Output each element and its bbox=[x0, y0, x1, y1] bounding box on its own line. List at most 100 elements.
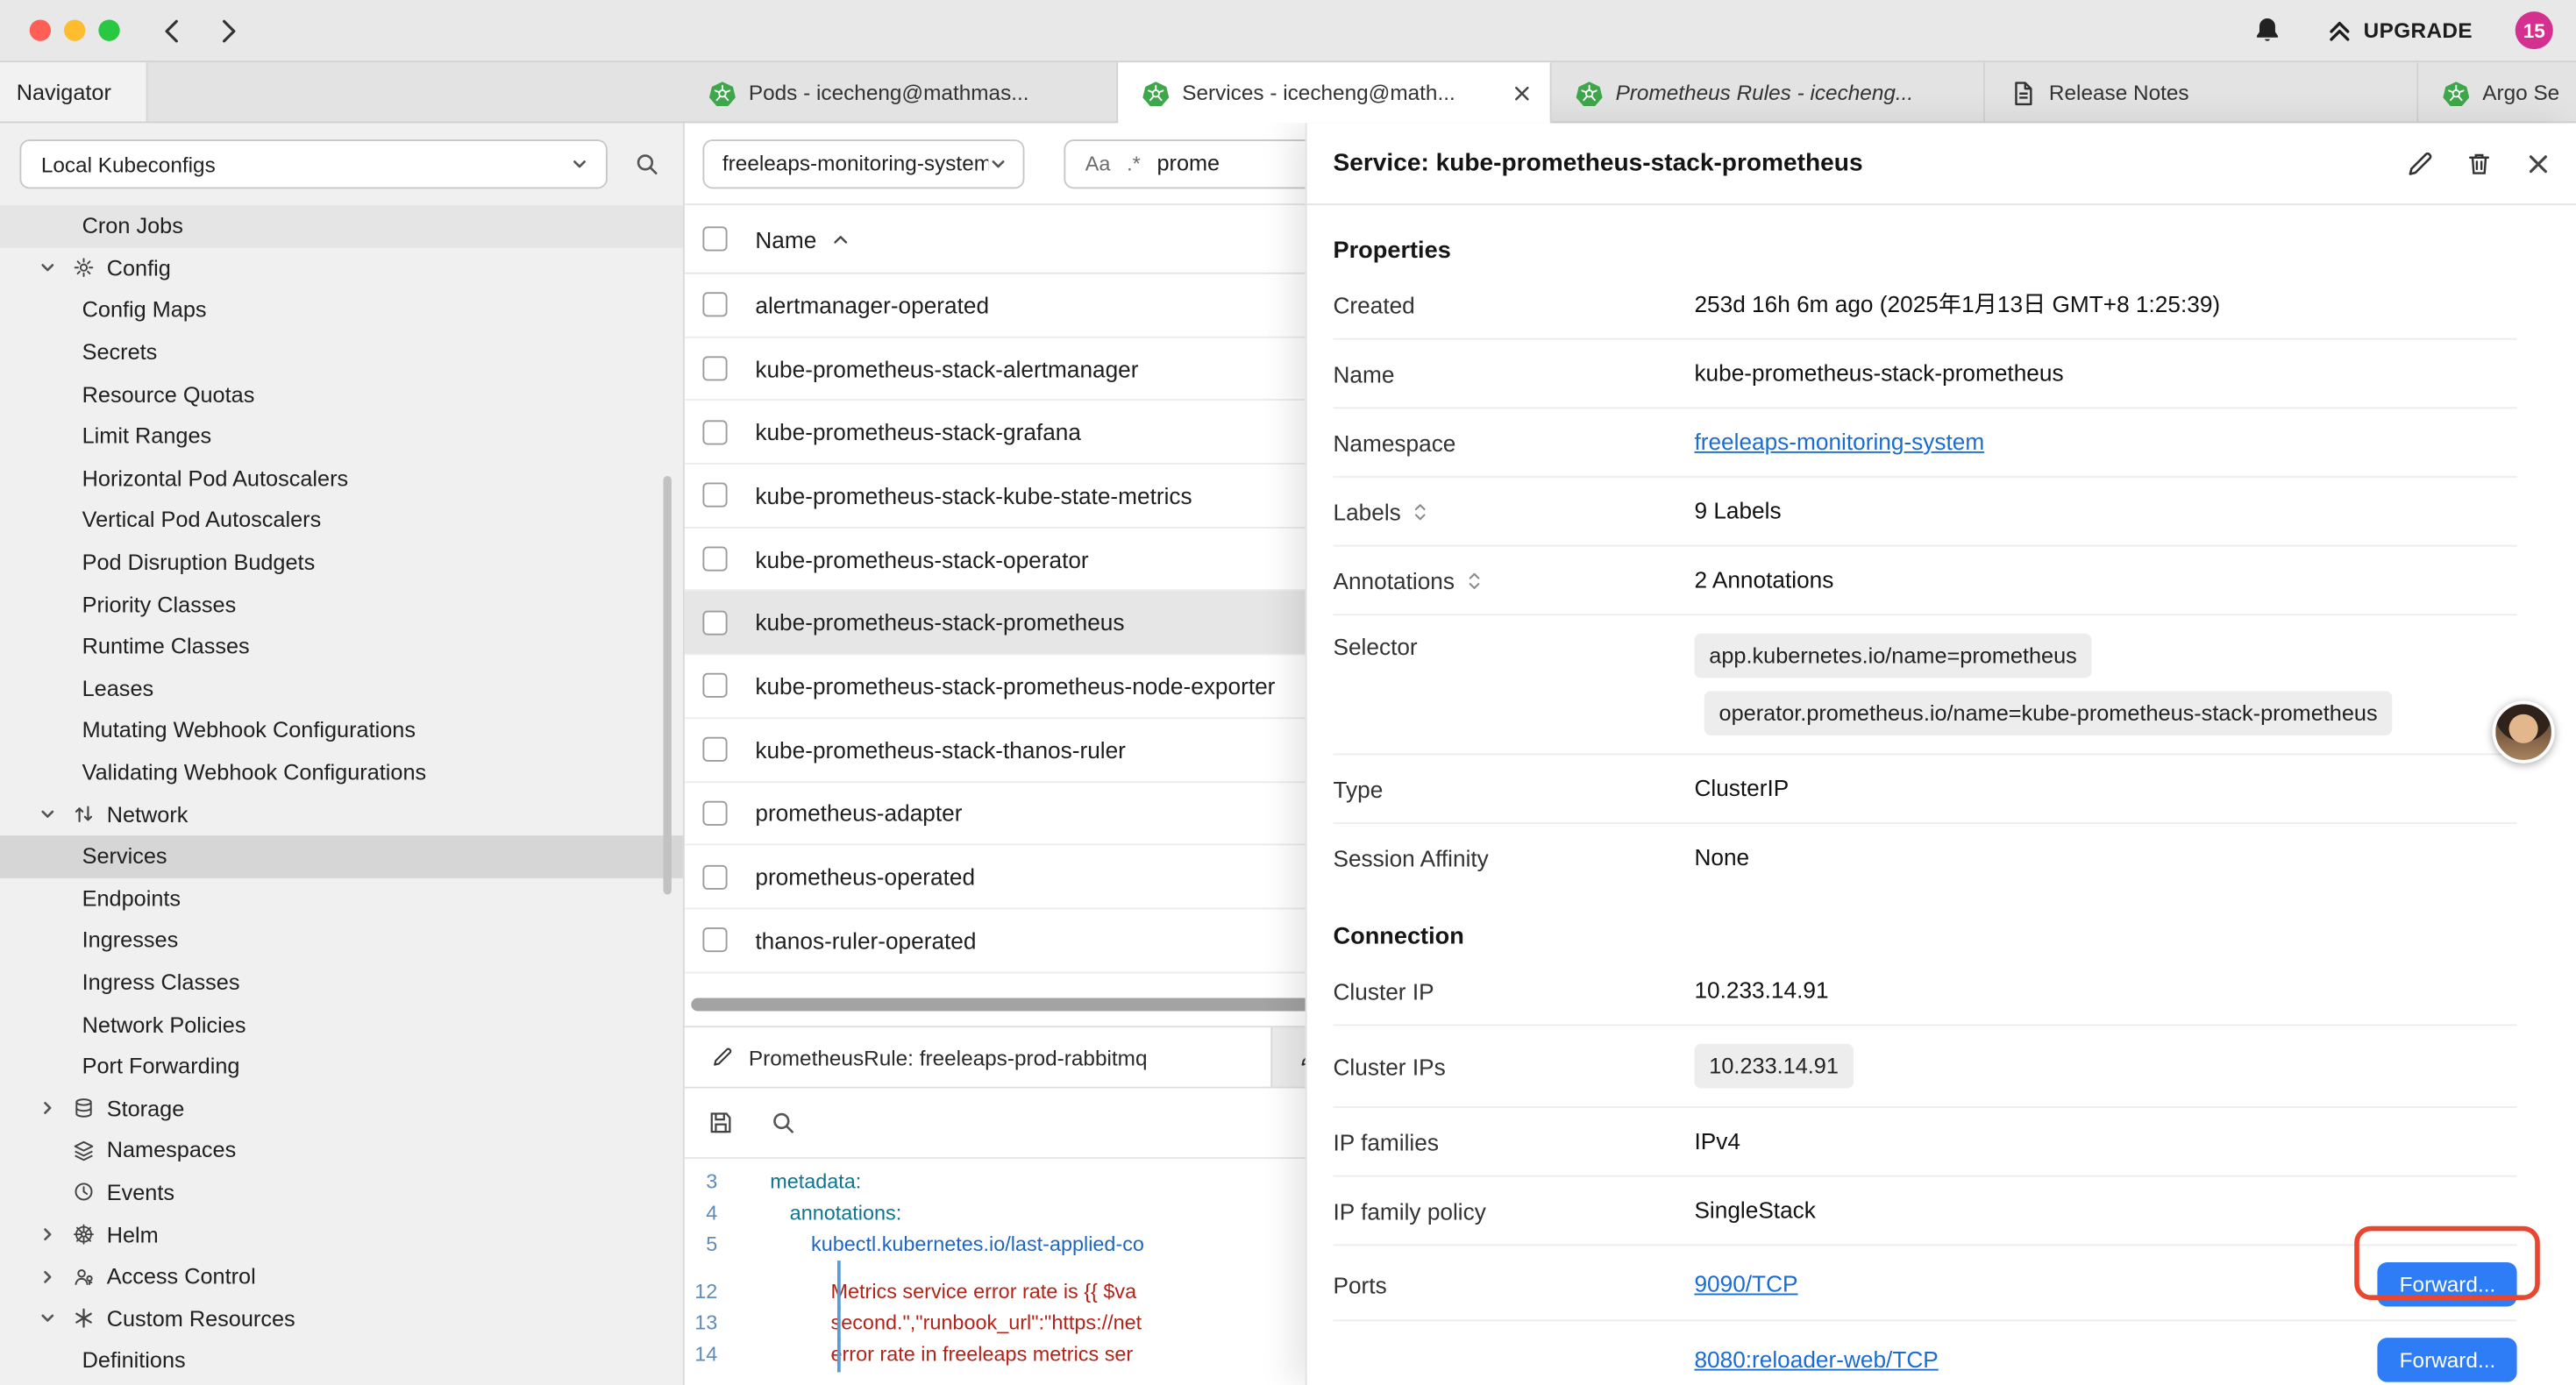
sidebar-item[interactable]: Config bbox=[0, 247, 683, 289]
close-window-button[interactable] bbox=[30, 19, 51, 40]
expander-chevron-icon[interactable] bbox=[36, 1267, 59, 1286]
sidebar-item[interactable]: Ingress Classes bbox=[0, 962, 683, 1004]
notification-count-badge[interactable]: 15 bbox=[2516, 11, 2553, 49]
back-icon[interactable] bbox=[156, 14, 189, 46]
editor-tab-label: PrometheusRule: freeleaps-prod-rabbitmq bbox=[749, 1045, 1148, 1069]
sidebar-item[interactable]: Limit Ranges bbox=[0, 416, 683, 458]
sidebar-item[interactable]: Ingresses bbox=[0, 920, 683, 962]
row-checkbox[interactable] bbox=[702, 737, 727, 762]
sidebar-item[interactable]: Helm bbox=[0, 1213, 683, 1255]
editor-search-icon[interactable] bbox=[770, 1110, 796, 1136]
row-checkbox[interactable] bbox=[702, 927, 727, 952]
sidebar-item[interactable]: Custom Resources bbox=[0, 1297, 683, 1339]
namespace-filter-dropdown[interactable]: freeleaps-monitoring-system bbox=[702, 138, 1024, 188]
edit-icon[interactable] bbox=[2405, 148, 2435, 178]
minimize-window-button[interactable] bbox=[64, 19, 85, 40]
app-tab[interactable]: Release Notes bbox=[1985, 62, 2418, 123]
app-tab[interactable]: Services - icecheng@math... bbox=[1118, 62, 1551, 123]
row-checkbox[interactable] bbox=[702, 547, 727, 572]
tab-close-icon[interactable] bbox=[1511, 82, 1534, 104]
sidebar-item[interactable]: Priority Classes bbox=[0, 583, 683, 625]
row-checkbox[interactable] bbox=[702, 674, 727, 699]
editor-tab-prometheusrule[interactable]: PrometheusRule: freeleaps-prod-rabbitmq bbox=[685, 1027, 1272, 1086]
expander-chevron-icon[interactable] bbox=[36, 1225, 59, 1244]
sidebar-item[interactable]: Runtime Classes bbox=[0, 625, 683, 667]
type-row: Type ClusterIP bbox=[1333, 755, 2516, 824]
row-checkbox[interactable] bbox=[702, 293, 727, 317]
expander-chevron-icon[interactable] bbox=[36, 805, 59, 824]
sidebar-item[interactable]: Cron Jobs bbox=[0, 205, 683, 247]
sort-ascending-icon[interactable] bbox=[833, 231, 850, 247]
zoom-window-button[interactable] bbox=[98, 19, 119, 40]
save-icon[interactable] bbox=[708, 1110, 734, 1136]
sidebar-item-label: Ingress Classes bbox=[82, 970, 240, 995]
app-tab[interactable]: Pods - icecheng@mathmas... bbox=[685, 62, 1118, 123]
sidebar-item[interactable]: Validating Webhook Configurations bbox=[0, 751, 683, 793]
scrollbar-thumb[interactable] bbox=[691, 998, 1331, 1011]
delete-icon[interactable] bbox=[2465, 148, 2494, 178]
sidebar-item[interactable]: Port Forwarding bbox=[0, 1046, 683, 1088]
upgrade-button[interactable]: UPGRADE bbox=[2326, 18, 2473, 44]
app-tab[interactable]: Argo Se bbox=[2418, 62, 2576, 123]
sidebar-item[interactable]: Leases bbox=[0, 667, 683, 709]
sidebar-item[interactable]: Mutating Webhook Configurations bbox=[0, 709, 683, 751]
sidebar-item[interactable]: Pod Disruption Budgets bbox=[0, 541, 683, 583]
row-checkbox[interactable] bbox=[702, 801, 727, 826]
sidebar-search-icon[interactable] bbox=[634, 151, 660, 177]
sidebar-item-label: Horizontal Pod Autoscalers bbox=[82, 466, 349, 491]
sidebar-item-label: Priority Classes bbox=[82, 592, 237, 616]
kubeconfig-selector[interactable]: Local Kubeconfigs bbox=[19, 139, 607, 188]
sidebar-item[interactable]: Resource Quotas bbox=[0, 373, 683, 416]
navigator-panel-tab[interactable]: Navigator bbox=[0, 62, 148, 123]
line-number: 3 bbox=[685, 1167, 744, 1198]
notifications-bell-icon[interactable] bbox=[2250, 14, 2282, 46]
app-tab[interactable]: Prometheus Rules - icecheng... bbox=[1552, 62, 1985, 123]
sidebar-item-label: Network bbox=[107, 802, 189, 827]
sidebar-item[interactable]: Config Maps bbox=[0, 289, 683, 331]
drawer-header: Service: kube-prometheus-stack-prometheu… bbox=[1307, 123, 2576, 205]
session-affinity-row: Session Affinity None bbox=[1333, 824, 2516, 891]
sidebar-item-label: Cron Jobs bbox=[82, 214, 183, 238]
created-value: 253d 16h 6m ago (2025年1月13日 GMT+8 1:25:3… bbox=[1694, 289, 2516, 321]
expander-chevron-icon[interactable] bbox=[36, 259, 59, 278]
annotations-expand-icon[interactable] bbox=[1464, 571, 1484, 590]
row-checkbox[interactable] bbox=[702, 610, 727, 635]
resource-type-icon bbox=[71, 1139, 96, 1161]
line-number: 13 bbox=[685, 1308, 744, 1339]
forward-icon[interactable] bbox=[212, 14, 245, 46]
sidebar-item[interactable]: Events bbox=[0, 1171, 683, 1213]
row-checkbox[interactable] bbox=[702, 483, 727, 508]
tab-strip: Pods - icecheng@mathmas... Services - ic… bbox=[685, 62, 2576, 123]
sidebar-item[interactable]: Secrets bbox=[0, 331, 683, 373]
close-drawer-icon[interactable] bbox=[2523, 148, 2553, 178]
sidebar-item[interactable]: Network Policies bbox=[0, 1004, 683, 1046]
sidebar-item[interactable]: Definitions bbox=[0, 1339, 683, 1381]
created-label: Created bbox=[1333, 291, 1694, 317]
sidebar-item[interactable]: Vertical Pod Autoscalers bbox=[0, 500, 683, 542]
sidebar-item[interactable]: Horizontal Pod Autoscalers bbox=[0, 458, 683, 500]
port-link[interactable]: 8080:reloader-web/TCP bbox=[1694, 1345, 1938, 1376]
expander-chevron-icon[interactable] bbox=[36, 1309, 59, 1328]
forward-port-button[interactable]: Forward... bbox=[2378, 1338, 2516, 1382]
port-link[interactable]: 9090/TCP bbox=[1694, 1268, 1797, 1300]
sidebar-item[interactable]: Network bbox=[0, 793, 683, 835]
user-avatar[interactable] bbox=[2493, 701, 2555, 764]
forward-port-button[interactable]: Forward... bbox=[2378, 1262, 2516, 1307]
sidebar-item[interactable]: Namespaces bbox=[0, 1129, 683, 1171]
sidebar-scrollbar[interactable] bbox=[664, 476, 672, 894]
regex-toggle[interactable]: .* bbox=[1127, 152, 1141, 174]
row-checkbox[interactable] bbox=[702, 420, 727, 444]
name-column-header[interactable]: Name bbox=[755, 225, 816, 252]
row-checkbox[interactable] bbox=[702, 356, 727, 380]
sidebar-item[interactable]: Services bbox=[0, 835, 683, 877]
match-case-toggle[interactable]: Aa bbox=[1085, 152, 1111, 174]
select-all-checkbox[interactable] bbox=[702, 226, 727, 251]
sidebar-item[interactable]: Storage bbox=[0, 1087, 683, 1129]
expander-chevron-icon[interactable] bbox=[36, 1098, 59, 1118]
row-checkbox[interactable] bbox=[702, 864, 727, 889]
drawer-actions bbox=[2405, 148, 2553, 178]
namespace-link[interactable]: freeleaps-monitoring-system bbox=[1694, 429, 1984, 455]
sidebar-item[interactable]: Endpoints bbox=[0, 877, 683, 920]
sidebar-item[interactable]: Access Control bbox=[0, 1255, 683, 1297]
labels-expand-icon[interactable] bbox=[1411, 501, 1430, 521]
